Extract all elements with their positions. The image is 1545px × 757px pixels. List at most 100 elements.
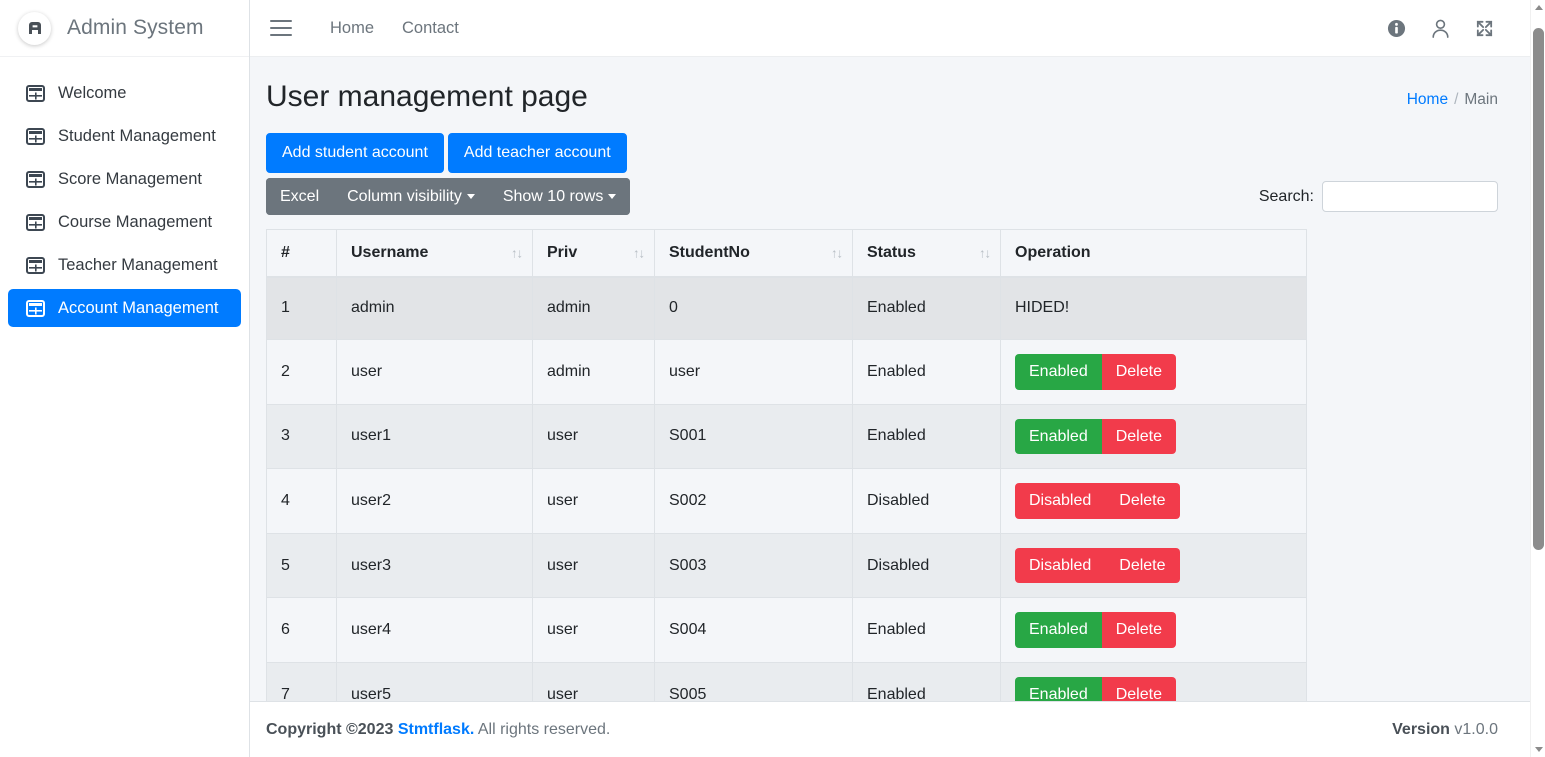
table-icon (24, 211, 46, 233)
delete-button[interactable]: Delete (1101, 418, 1176, 455)
column-visibility-dropdown[interactable]: Column visibility (333, 177, 489, 216)
delete-button[interactable]: Delete (1105, 483, 1180, 519)
footer-version: Version v1.0.0 (1392, 721, 1498, 739)
table-row[interactable]: 5 user3 user S003 Disabled Disabled Dele… (266, 532, 1307, 599)
breadcrumb-separator: / (1454, 91, 1459, 108)
navbar-right-icons (1374, 8, 1530, 48)
delete-button[interactable]: Delete (1105, 547, 1180, 584)
table-row[interactable]: 2 user admin user Enabled Enabled Delete (266, 339, 1307, 405)
column-header-username[interactable]: Username ↑↓ (336, 228, 533, 278)
operation-button-group: Enabled Delete (1015, 677, 1176, 701)
table-icon (24, 297, 46, 319)
sidebar-item-label: Course Management (58, 212, 213, 231)
table-icon (24, 82, 46, 104)
column-header-operation[interactable]: Operation (1000, 228, 1307, 278)
table-row[interactable]: 1 admin admin 0 Enabled HIDED! (266, 276, 1307, 341)
sidebar-nav: Welcome Student Management Score Managem… (0, 57, 249, 327)
top-navbar: Home Contact (250, 0, 1530, 57)
navbar-link-home[interactable]: Home (316, 19, 388, 38)
sidebar-item-score-management[interactable]: Score Management (8, 160, 241, 198)
footer-version-label: Version (1392, 720, 1450, 738)
user-table: # Username ↑↓ Priv ↑↓ StudentNo ↑↓ Status ↑↓… (266, 228, 1307, 701)
page-footer: Copyright ©2023 Stmtflask. All rights re… (250, 701, 1530, 757)
footer-copyright-suffix: All rights reserved. (477, 720, 611, 738)
delete-button[interactable]: Delete (1101, 677, 1176, 701)
cell-studentno: S001 (654, 403, 853, 470)
cell-username: user3 (336, 532, 533, 599)
column-header-label: Status (867, 243, 916, 261)
cell-index: 2 (266, 339, 337, 405)
cell-username: user1 (336, 403, 533, 470)
cell-priv: user (532, 597, 655, 664)
cell-status: Enabled (852, 403, 1001, 470)
sidebar-item-account-management[interactable]: Account Management (8, 289, 241, 327)
sidebar-item-welcome[interactable]: Welcome (8, 74, 241, 112)
toggle-status-button[interactable]: Disabled (1015, 483, 1106, 519)
delete-button[interactable]: Delete (1101, 612, 1176, 649)
toggle-status-button[interactable]: Enabled (1015, 418, 1102, 455)
cell-status: Enabled (852, 276, 1001, 341)
add-teacher-account-button[interactable]: Add teacher account (447, 133, 627, 173)
column-header-label: # (281, 243, 290, 261)
cell-operation: Disabled Delete (1000, 532, 1307, 599)
footer-copyright: Copyright ©2023 Stmtflask. All rights re… (266, 721, 610, 739)
cell-status: Disabled (852, 532, 1001, 599)
page-scrollbar[interactable] (1530, 0, 1545, 757)
cell-operation: Disabled Delete (1000, 468, 1307, 534)
cell-index: 1 (266, 276, 337, 341)
sidebar-item-label: Teacher Management (58, 255, 218, 274)
cell-priv: user (532, 403, 655, 470)
scroll-down-arrow-icon[interactable] (1531, 742, 1545, 757)
sidebar-item-label: Account Management (58, 298, 219, 317)
datatable-buttons-group: Excel Column visibility Show 10 rows (266, 177, 631, 216)
navbar-link-contact[interactable]: Contact (388, 19, 473, 38)
brand-header[interactable]: Admin System (0, 0, 249, 57)
cell-index: 6 (266, 597, 337, 664)
scrollbar-thumb[interactable] (1533, 28, 1544, 550)
chevron-down-icon (466, 193, 475, 199)
user-icon[interactable] (1418, 8, 1462, 48)
delete-button[interactable]: Delete (1101, 354, 1176, 390)
app-root: Admin System Welcome Student Management … (0, 0, 1545, 757)
info-circle-icon[interactable] (1374, 8, 1418, 48)
toggle-status-button[interactable]: Enabled (1015, 612, 1102, 649)
table-row[interactable]: 3 user1 user S001 Enabled Enabled Delete (266, 403, 1307, 470)
show-rows-dropdown[interactable]: Show 10 rows (488, 177, 631, 216)
table-row[interactable]: 4 user2 user S002 Disabled Disabled Dele… (266, 468, 1307, 534)
column-header-label: Username (351, 243, 429, 261)
cell-index: 4 (266, 468, 337, 534)
scroll-up-arrow-icon[interactable] (1531, 0, 1545, 15)
cell-status: Enabled (852, 339, 1001, 405)
cell-studentno: S005 (654, 662, 853, 701)
cell-studentno: 0 (654, 276, 853, 341)
cell-priv: user (532, 532, 655, 599)
footer-brand-link[interactable]: Stmtflask. (398, 721, 474, 738)
fullscreen-expand-icon[interactable] (1462, 8, 1506, 48)
table-row[interactable]: 6 user4 user S004 Enabled Enabled Delete (266, 597, 1307, 664)
sort-updown-icon: ↑↓ (633, 245, 645, 261)
column-header-priv[interactable]: Priv ↑↓ (532, 228, 655, 278)
breadcrumb-home-link[interactable]: Home (1407, 91, 1448, 108)
toggle-status-button[interactable]: Enabled (1015, 677, 1102, 701)
sidebar-item-label: Student Management (58, 126, 216, 145)
app-logo-icon (18, 11, 51, 45)
operation-button-group: Disabled Delete (1015, 547, 1180, 584)
cell-operation: HIDED! (1000, 276, 1307, 341)
sidebar-item-course-management[interactable]: Course Management (8, 203, 241, 241)
footer-version-value: v1.0.0 (1454, 720, 1498, 738)
cell-priv: admin (532, 276, 655, 341)
sidebar-item-teacher-management[interactable]: Teacher Management (8, 246, 241, 284)
column-header-status[interactable]: Status ↑↓ (852, 228, 1001, 278)
search-input[interactable] (1322, 181, 1498, 213)
toggle-status-button[interactable]: Enabled (1015, 354, 1102, 390)
cell-studentno: S003 (654, 532, 853, 599)
hamburger-menu-icon[interactable] (270, 20, 292, 36)
column-header-studentno[interactable]: StudentNo ↑↓ (654, 228, 853, 278)
sidebar-item-student-management[interactable]: Student Management (8, 117, 241, 155)
column-header-index[interactable]: # (266, 228, 337, 278)
action-button-row: Add student account Add teacher account (266, 133, 1498, 173)
export-excel-button[interactable]: Excel (266, 177, 334, 216)
table-row[interactable]: 7 user5 user S005 Enabled Enabled Delete (266, 662, 1307, 701)
add-student-account-button[interactable]: Add student account (266, 133, 444, 173)
toggle-status-button[interactable]: Disabled (1015, 547, 1106, 584)
